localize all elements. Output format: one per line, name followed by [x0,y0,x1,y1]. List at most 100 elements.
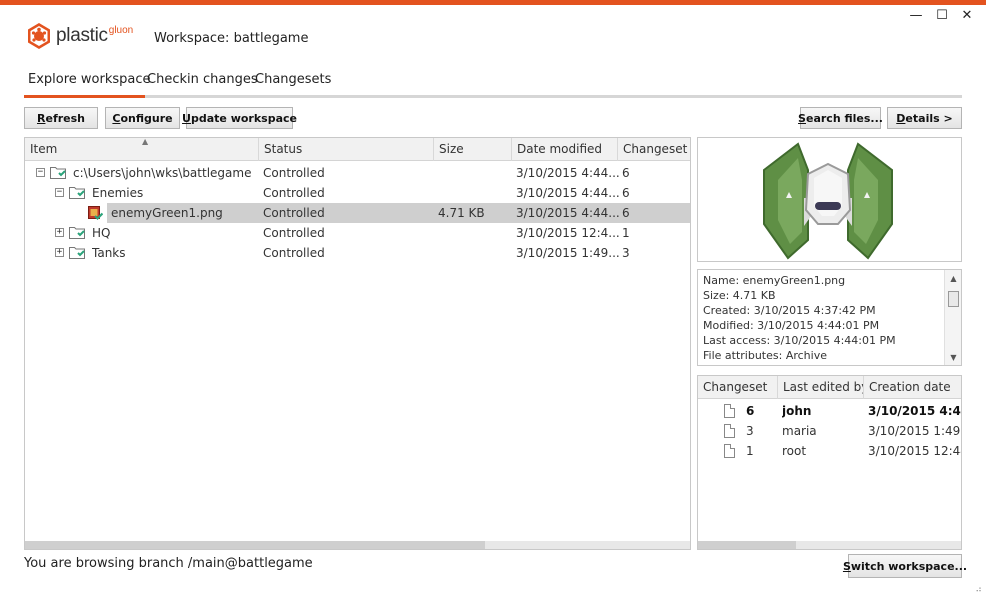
document-icon [724,404,735,418]
item-size: 4.71 KB [438,206,485,220]
expand-icon[interactable]: + [55,248,64,257]
document-icon [724,444,735,458]
tree-header: Item ▲ Status Size Date modified Changes… [25,138,690,161]
sort-ascending-icon: ▲ [142,137,149,146]
details-label: etails > [905,111,953,125]
document-icon [724,424,735,438]
collapse-icon[interactable]: − [36,168,45,177]
branch-status: You are browsing branch /main@battlegame [24,556,313,571]
folder-controlled-icon [69,227,85,239]
column-status[interactable]: Status [259,138,434,161]
history-header: Changeset Last edited by Creation date [698,376,961,399]
details-button[interactable]: Details > [887,107,962,129]
history-user: root [782,444,807,458]
main-tabs: Explore workspace Checkin changes Change… [24,72,962,98]
tree-row[interactable]: + HQ Controlled 3/10/2015 12:4... 1 [25,223,690,243]
history-changeset: 3 [746,424,754,438]
column-last-edited-by[interactable]: Last edited by [778,376,864,399]
item-status: Controlled [263,246,325,260]
history-row[interactable]: 3 maria 3/10/2015 1:49:1 [698,421,961,441]
history-user: maria [782,424,817,438]
column-creation-date[interactable]: Creation date [864,376,961,399]
info-created: Created: 3/10/2015 4:37:42 PM [703,304,876,317]
image-file-icon [88,206,103,221]
item-date: 3/10/2015 4:44... [516,186,620,200]
scrollbar-thumb[interactable] [698,541,796,549]
history-date: 3/10/2015 1:49:1 [868,424,962,438]
workspace-tree: Item ▲ Status Size Date modified Changes… [24,137,691,550]
logo-superscript: gluon [108,24,134,36]
history-panel: Changeset Last edited by Creation date 6… [697,375,962,550]
refresh-label: efresh [45,111,85,125]
history-row[interactable]: 1 root 3/10/2015 12:44 [698,441,961,461]
tree-horizontal-scrollbar[interactable] [25,541,690,549]
tree-row[interactable]: − c:\Users\john\wks\battlegame Controlle… [25,163,690,183]
tree-row[interactable]: + Tanks Controlled 3/10/2015 1:49... 3 [25,243,690,263]
item-date: 3/10/2015 1:49... [516,246,620,260]
info-last-access: Last access: 3/10/2015 4:44:01 PM [703,334,896,347]
switch-mnemonic: S [842,559,851,573]
maximize-button[interactable]: ☐ [932,9,952,23]
update-workspace-button[interactable]: Update workspace [182,107,297,129]
folder-controlled-icon [69,247,85,259]
resize-grip-icon[interactable]: ⠴ [975,586,983,595]
history-changeset: 1 [746,444,754,458]
configure-button[interactable]: Configure [105,107,180,129]
item-changeset: 6 [622,166,630,180]
tree-row-selected[interactable]: enemyGreen1.png Controlled 4.71 KB 3/10/… [25,203,690,223]
item-name: Enemies [92,186,144,200]
refresh-button[interactable]: Refresh [24,107,98,129]
refresh-mnemonic: R [37,111,46,125]
tab-changesets[interactable]: Changesets [255,72,331,95]
scrollbar-thumb[interactable] [948,291,959,307]
workspace-title: Workspace: battlegame [154,31,309,46]
item-status: Controlled [263,186,325,200]
switch-workspace-button[interactable]: Switch workspace... [843,554,967,578]
info-size: Size: 4.71 KB [703,289,776,302]
item-date: 3/10/2015 4:44... [516,166,620,180]
expand-icon[interactable]: + [55,228,64,237]
logo-text: plastic [56,25,108,46]
tabs-underline [24,95,962,98]
info-vertical-scrollbar[interactable]: ▲ ▼ [944,270,961,365]
update-mnemonic: U [182,111,191,125]
file-info-panel: Name: enemyGreen1.png Size: 4.71 KB Crea… [697,269,962,366]
info-modified: Modified: 3/10/2015 4:44:01 PM [703,319,880,332]
scroll-up-icon[interactable]: ▲ [945,274,961,283]
minimize-button[interactable]: — [906,9,926,23]
info-name: Name: enemyGreen1.png [703,274,846,287]
item-status: Controlled [263,206,325,220]
history-horizontal-scrollbar[interactable] [698,541,961,549]
scroll-down-icon[interactable]: ▼ [945,353,961,362]
history-changeset: 6 [746,404,755,418]
column-changeset[interactable]: Changeset [618,138,690,161]
configure-mnemonic: C [112,111,121,125]
close-button[interactable]: ✕ [957,9,977,23]
history-date: 3/10/2015 4:44: [868,404,961,418]
file-preview [697,137,962,262]
details-mnemonic: D [896,111,906,125]
tree-row[interactable]: − Enemies Controlled 3/10/2015 4:44... 6 [25,183,690,203]
tab-explore-workspace[interactable]: Explore workspace [28,72,151,95]
scrollbar-thumb[interactable] [25,541,485,549]
column-date-modified[interactable]: Date modified [512,138,618,161]
column-changeset[interactable]: Changeset [698,376,778,399]
app-logo: plastic gluon [25,21,133,51]
item-date: 3/10/2015 12:4... [516,226,620,240]
enemy-sprite-preview [763,142,893,260]
collapse-icon[interactable]: − [55,188,64,197]
tab-checkin-changes[interactable]: Checkin changes [147,72,258,95]
folder-controlled-icon [50,167,66,179]
item-changeset: 3 [622,246,630,260]
plastic-logo-icon [28,23,50,49]
switch-label: witch workspace... [850,559,968,573]
history-date: 3/10/2015 12:44 [868,444,962,458]
info-attributes: File attributes: Archive [703,349,827,362]
item-status: Controlled [263,226,325,240]
item-name: enemyGreen1.png [111,206,223,220]
accent-top-bar [0,0,986,5]
column-size[interactable]: Size [434,138,512,161]
item-name: Tanks [92,246,126,260]
history-row[interactable]: 6 john 3/10/2015 4:44: [698,401,961,421]
search-files-button[interactable]: Search files... [798,107,883,129]
